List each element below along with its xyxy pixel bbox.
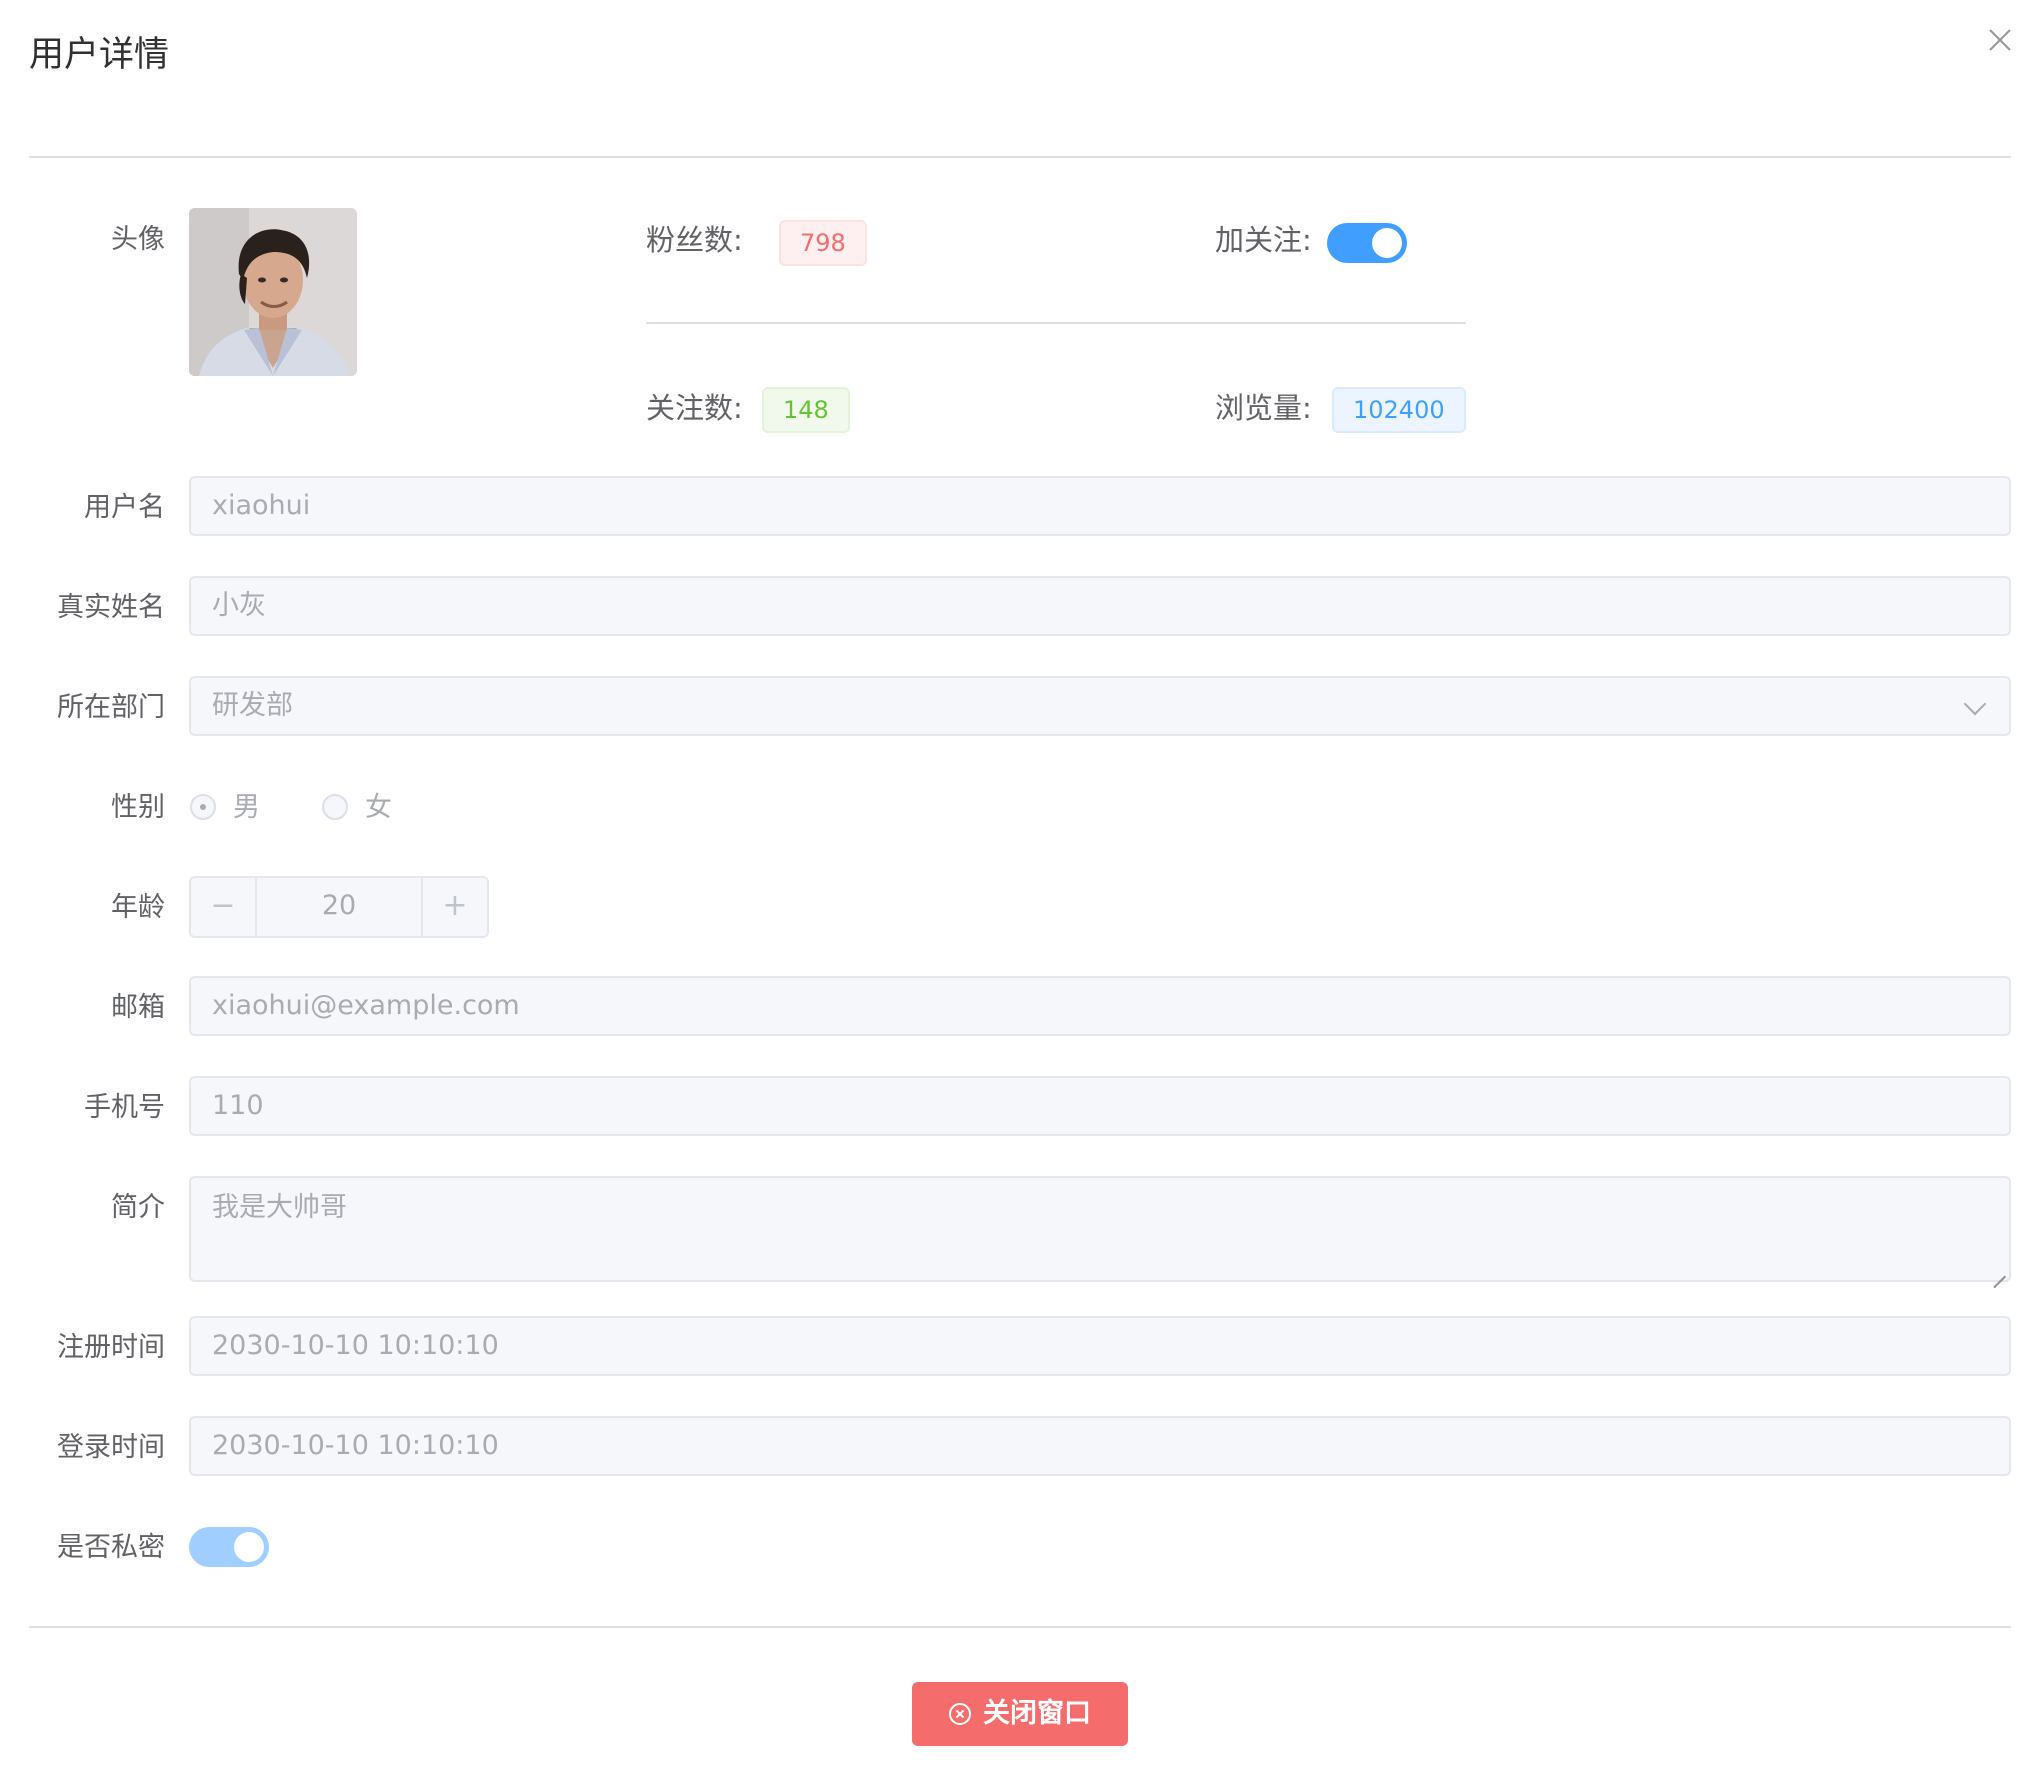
- header-divider: [29, 156, 2011, 158]
- views-label: 浏览量:: [1215, 391, 1312, 425]
- avatar: [189, 208, 357, 376]
- avatar-portrait-icon: [189, 208, 357, 376]
- fans-count-badge: 798: [779, 220, 867, 266]
- register-time-label: 注册时间: [57, 1332, 165, 1363]
- age-stepper: − 20 +: [189, 876, 489, 938]
- login-time-input[interactable]: 2030-10-10 10:10:10: [189, 1416, 2011, 1476]
- gender-radio-female[interactable]: [322, 794, 348, 820]
- gender-label: 性别: [111, 792, 165, 823]
- email-label: 邮箱: [111, 992, 165, 1023]
- private-switch[interactable]: [189, 1527, 269, 1567]
- bio-textarea[interactable]: 我是大帅哥: [189, 1176, 2011, 1282]
- views-count-badge: 102400: [1332, 387, 1466, 433]
- private-switch-knob: [234, 1532, 264, 1562]
- email-input[interactable]: xiaohui@example.com: [189, 976, 2011, 1036]
- gender-option-female: 女: [365, 792, 392, 823]
- avatar-label: 头像: [111, 224, 165, 255]
- department-select[interactable]: 研发部: [189, 676, 2011, 736]
- dialog-title: 用户详情: [29, 35, 170, 75]
- footer-divider: [29, 1626, 2011, 1628]
- username-label: 用户名: [84, 492, 165, 523]
- gender-option-male: 男: [233, 792, 260, 823]
- follow-switch[interactable]: [1327, 223, 1407, 263]
- follow-switch-knob: [1372, 228, 1402, 258]
- username-input[interactable]: xiaohui: [189, 476, 2011, 536]
- private-label: 是否私密: [57, 1532, 165, 1563]
- age-value[interactable]: 20: [257, 878, 421, 936]
- resize-handle-icon[interactable]: [1992, 1263, 2006, 1277]
- department-value: 研发部: [212, 690, 293, 721]
- age-decrease-button[interactable]: −: [191, 878, 257, 936]
- gender-radio-male[interactable]: [190, 794, 216, 820]
- bio-value: 我是大帅哥: [212, 1192, 347, 1223]
- realname-input[interactable]: 小灰: [189, 576, 2011, 636]
- following-count-badge: 148: [762, 387, 850, 433]
- close-circle-icon: [949, 1703, 971, 1725]
- user-detail-dialog: 用户详情 头像 粉丝数: 798 加关注: 关注数: 148 浏览量: 1024…: [0, 0, 2037, 1770]
- close-window-button[interactable]: 关闭窗口: [912, 1682, 1128, 1746]
- login-time-label: 登录时间: [57, 1432, 165, 1463]
- following-label: 关注数:: [646, 391, 743, 425]
- chevron-down-icon: [1963, 692, 1987, 716]
- realname-label: 真实姓名: [57, 592, 165, 623]
- register-time-input[interactable]: 2030-10-10 10:10:10: [189, 1316, 2011, 1376]
- stats-divider: [646, 322, 1466, 324]
- close-window-label: 关闭窗口: [983, 1698, 1091, 1729]
- bio-label: 简介: [111, 1192, 165, 1223]
- department-label: 所在部门: [57, 692, 165, 723]
- age-label: 年龄: [111, 892, 165, 923]
- phone-input[interactable]: 110: [189, 1076, 2011, 1136]
- phone-label: 手机号: [84, 1092, 165, 1123]
- close-icon[interactable]: [1984, 24, 2016, 56]
- fans-label: 粉丝数:: [646, 223, 743, 257]
- follow-label: 加关注:: [1215, 223, 1312, 257]
- age-increase-button[interactable]: +: [421, 878, 487, 936]
